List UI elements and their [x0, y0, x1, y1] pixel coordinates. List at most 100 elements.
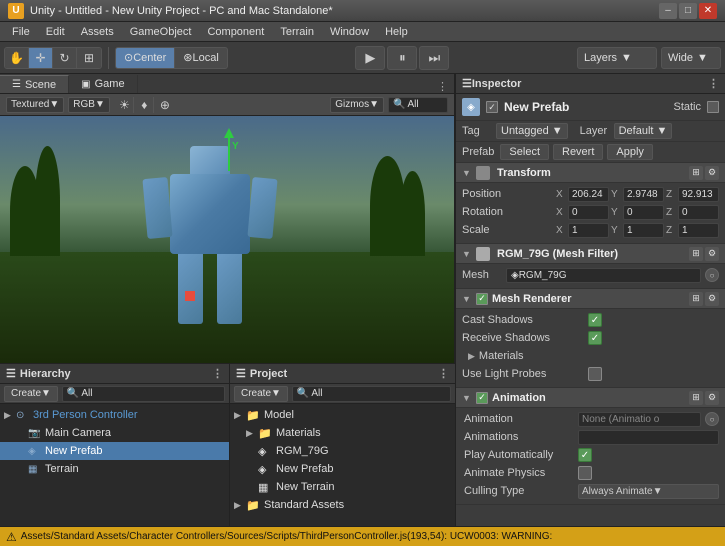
anim-select-btn[interactable]: ○ — [705, 412, 719, 426]
rot-y-value[interactable]: 0 — [623, 205, 664, 220]
layers-dropdown[interactable]: Layers ▼ — [577, 47, 657, 69]
local-toggle[interactable]: ⊛ Local — [175, 47, 227, 69]
project-item-rgm[interactable]: ◈ RGM_79G — [230, 442, 455, 460]
rot-x-value[interactable]: 0 — [568, 205, 609, 220]
layer-dropdown[interactable]: Default ▼ — [614, 123, 673, 139]
select-button[interactable]: Select — [500, 144, 549, 160]
scale-y-value[interactable]: 1 — [623, 223, 664, 238]
hierarchy-search[interactable]: 🔍 All — [62, 386, 225, 402]
scene-btn3[interactable]: ⊕ — [156, 97, 174, 113]
gizmos-dropdown[interactable]: Gizmos▼ — [330, 97, 384, 113]
mesh-renderer-ref-btn[interactable]: ⊞ — [689, 292, 703, 306]
menu-gameobject[interactable]: GameObject — [122, 22, 200, 42]
arrow-icon: ▶ — [246, 428, 258, 439]
project-item-model[interactable]: ▶ 📁 Model — [230, 406, 455, 424]
transform-gear-btn[interactable]: ⚙ — [705, 166, 719, 180]
receive-shadows-checkbox[interactable]: ✓ — [588, 331, 602, 345]
animation-checkbox[interactable]: ✓ — [476, 392, 488, 404]
scale-tool[interactable]: ⊞ — [77, 47, 101, 69]
close-button[interactable]: ✕ — [699, 3, 717, 19]
textured-dropdown[interactable]: Textured▼ — [6, 97, 64, 113]
pos-x-value[interactable]: 206.24 — [568, 187, 609, 202]
mesh-filter-header[interactable]: ▼ RGM_79G (Mesh Filter) ⊞ ⚙ — [456, 244, 725, 264]
menu-edit[interactable]: Edit — [38, 22, 73, 42]
animate-physics-checkbox[interactable] — [578, 466, 592, 480]
hierarchy-item-prefab[interactable]: ◈ New Prefab — [0, 442, 229, 460]
apply-button[interactable]: Apply — [607, 144, 653, 160]
scale-x-value[interactable]: 1 — [568, 223, 609, 238]
tab-scene[interactable]: ☰ Scene — [0, 75, 69, 93]
cast-shadows-checkbox[interactable]: ✓ — [588, 313, 602, 327]
camera-icon: 📷 — [28, 428, 42, 439]
static-checkbox[interactable] — [707, 101, 719, 113]
center-toggle[interactable]: ⊙ Center — [116, 47, 175, 69]
maximize-button[interactable]: □ — [679, 3, 697, 19]
play-button[interactable]: ▶ — [355, 46, 385, 70]
transform-header[interactable]: ▼ Transform ⊞ ⚙ — [456, 163, 725, 183]
scale-z-value[interactable]: 1 — [678, 223, 719, 238]
play-auto-checkbox[interactable]: ✓ — [578, 448, 592, 462]
scene-search[interactable]: 🔍 All — [388, 97, 448, 113]
mesh-renderer-header[interactable]: ▼ ✓ Mesh Renderer ⊞ ⚙ — [456, 289, 725, 309]
animation-gear-btn[interactable]: ⚙ — [705, 391, 719, 405]
hierarchy-create-btn[interactable]: Create ▼ — [4, 386, 58, 402]
menu-file[interactable]: File — [4, 22, 38, 42]
rotate-tool[interactable]: ↻ — [53, 47, 77, 69]
project-item-prefab[interactable]: ◈ New Prefab — [230, 460, 455, 478]
pause-button[interactable]: ⏸ — [387, 46, 417, 70]
rgb-dropdown[interactable]: RGB▼ — [68, 97, 110, 113]
mesh-renderer-title: Mesh Renderer — [492, 293, 685, 305]
rot-z-value[interactable]: 0 — [678, 205, 719, 220]
scene-btn1[interactable]: ☀ — [116, 97, 134, 113]
cast-shadows-row: Cast Shadows ✓ — [462, 311, 719, 329]
game-tab-label: Game — [95, 78, 125, 90]
mesh-filter-gear-btn[interactable]: ⚙ — [705, 247, 719, 261]
menu-assets[interactable]: Assets — [73, 22, 122, 42]
culling-dropdown[interactable]: Always Animate ▼ — [578, 484, 719, 499]
move-tool[interactable]: ✛ — [29, 47, 53, 69]
object-active-checkbox[interactable]: ✓ — [486, 101, 498, 113]
menu-window[interactable]: Window — [322, 22, 377, 42]
scene-expand-icon[interactable]: ⋮ — [437, 80, 454, 93]
transform-ref-btn[interactable]: ⊞ — [689, 166, 703, 180]
inspector-expand[interactable]: ⋮ — [708, 77, 719, 90]
mesh-select-btn[interactable]: ○ — [705, 268, 719, 282]
mesh-renderer-checkbox[interactable]: ✓ — [476, 293, 488, 305]
project-expand[interactable]: ⋮ — [438, 367, 449, 380]
hand-tool[interactable]: ✋ — [5, 47, 29, 69]
hierarchy-item-3rd[interactable]: ▶ ⊙ 3rd Person Controller — [0, 406, 229, 424]
pos-y-value[interactable]: 2.9748 — [623, 187, 664, 202]
minimize-button[interactable]: – — [659, 3, 677, 19]
tag-dropdown[interactable]: Untagged ▼ — [496, 123, 568, 139]
arrow-icon: ▶ — [4, 410, 16, 421]
scene-btn2[interactable]: ♦ — [136, 97, 154, 113]
wide-dropdown[interactable]: Wide ▼ — [661, 47, 721, 69]
center-label: Center — [133, 52, 166, 64]
animation-header[interactable]: ▼ ✓ Animation ⊞ ⚙ — [456, 388, 725, 408]
menu-terrain[interactable]: Terrain — [272, 22, 322, 42]
mesh-filter-ref-btn[interactable]: ⊞ — [689, 247, 703, 261]
project-search[interactable]: 🔍 All — [292, 386, 451, 402]
use-light-probes-checkbox[interactable] — [588, 367, 602, 381]
inspector-content: ◈ ✓ New Prefab Static Tag Untagged ▼ Lay… — [456, 94, 725, 526]
pos-z-value[interactable]: 92.913 — [678, 187, 719, 202]
revert-button[interactable]: Revert — [553, 144, 603, 160]
hierarchy-expand[interactable]: ⋮ — [212, 367, 223, 380]
project-item-terrain[interactable]: ▦ New Terrain — [230, 478, 455, 496]
scene-viewport[interactable]: Y — [0, 116, 454, 363]
project-item-materials[interactable]: ▶ 📁 Materials — [230, 424, 455, 442]
tab-game[interactable]: ▣ Game — [69, 75, 137, 93]
window-controls[interactable]: – □ ✕ — [659, 3, 717, 19]
menu-component[interactable]: Component — [199, 22, 272, 42]
mesh-renderer-gear-btn[interactable]: ⚙ — [705, 292, 719, 306]
left-panels: ☰ Scene ▣ Game ⋮ Textured▼ RGB▼ ☀ ♦ — [0, 74, 455, 526]
project-item-standard[interactable]: ▶ 📁 Standard Assets — [230, 496, 455, 514]
animation-ref-btn[interactable]: ⊞ — [689, 391, 703, 405]
materials-subheader[interactable]: ▶ Materials — [462, 347, 719, 365]
project-create-btn[interactable]: Create ▼ — [234, 386, 288, 402]
menu-help[interactable]: Help — [377, 22, 416, 42]
hierarchy-item-camera[interactable]: 📷 Main Camera — [0, 424, 229, 442]
hierarchy-item-terrain[interactable]: ▦ Terrain — [0, 460, 229, 478]
step-button[interactable]: ⏭ — [419, 46, 449, 70]
hierarchy-toolbar: Create ▼ 🔍 All — [0, 384, 229, 404]
